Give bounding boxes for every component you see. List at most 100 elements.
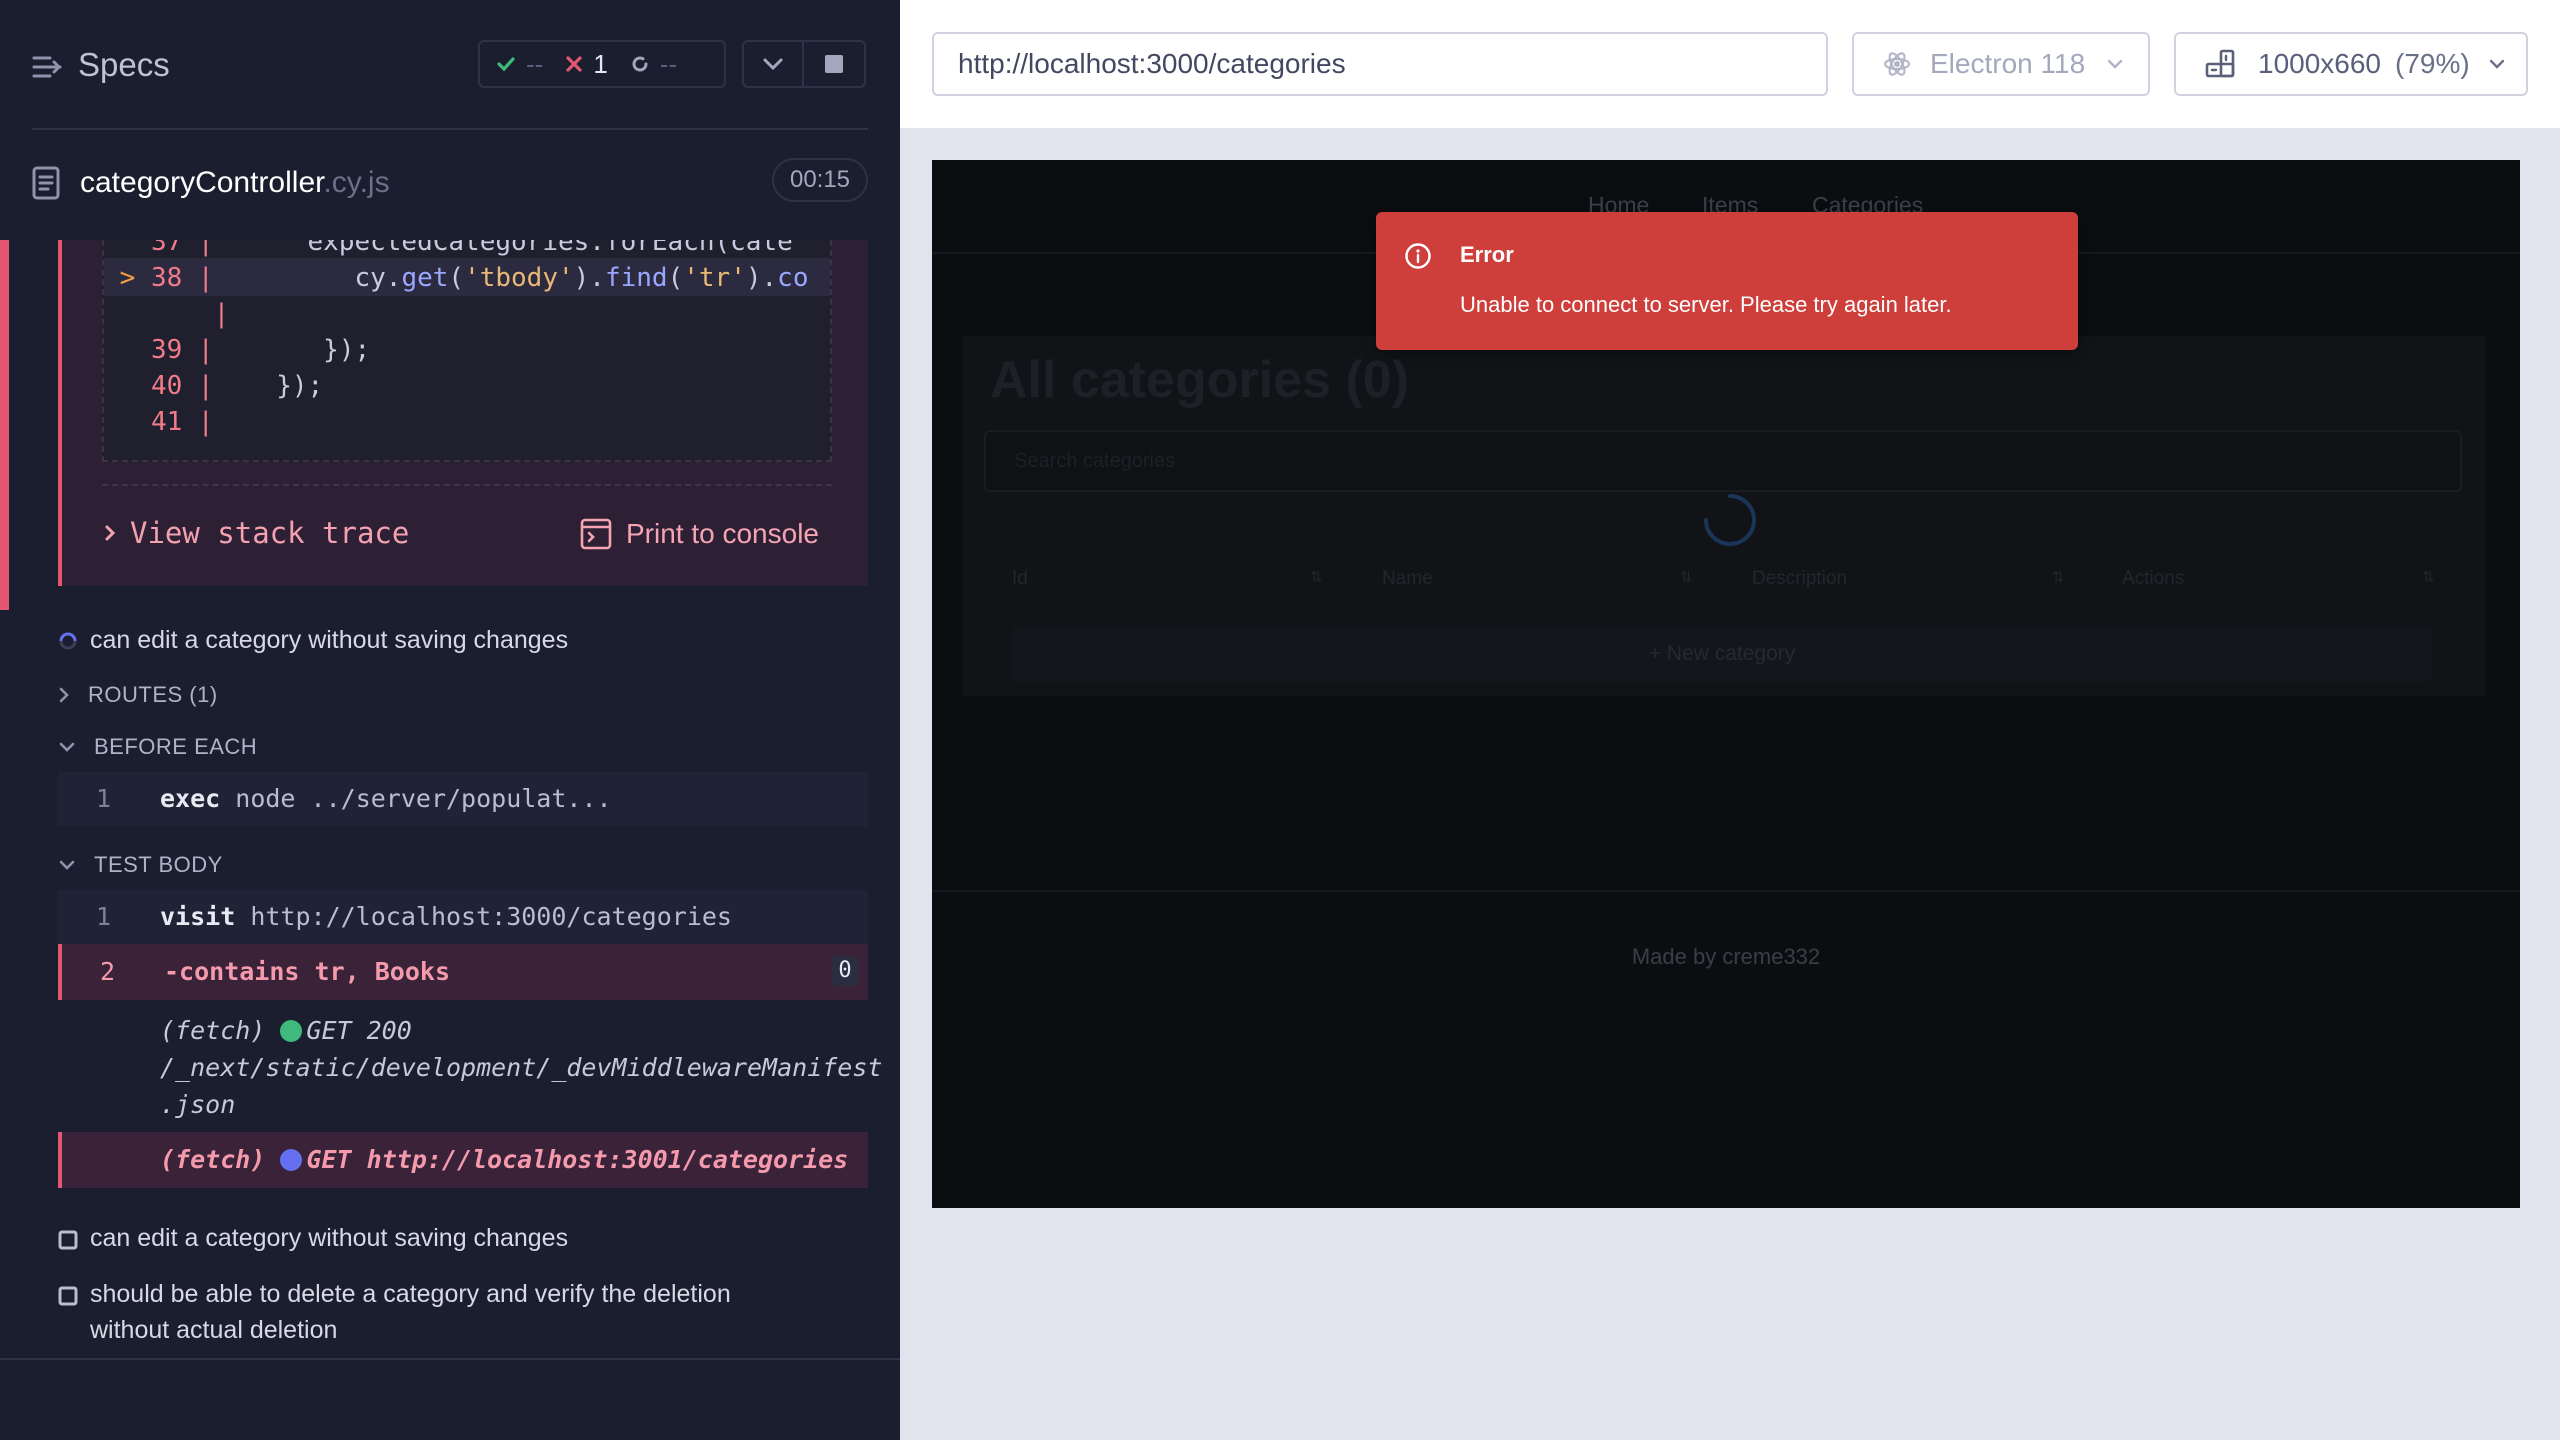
chevron-down-icon — [763, 58, 783, 71]
before-each-label: BEFORE EACH — [94, 734, 258, 759]
code-frame: 37 | expectedCategories.forEach(cate > 3… — [102, 240, 832, 462]
command-row-failed[interactable]: 2 -contains tr, Books 0 — [58, 944, 868, 1000]
toast-title: Error — [1460, 242, 1514, 267]
command-name: -contains tr, Books — [164, 957, 450, 986]
error-divider — [102, 484, 832, 486]
failed-test-indicator — [0, 240, 9, 610]
column-header-description[interactable]: Description — [1752, 568, 1847, 590]
chevron-down-icon — [2489, 59, 2505, 69]
chevron-right-icon — [105, 525, 116, 541]
print-to-console-label: Print to console — [626, 518, 819, 549]
routes-section[interactable]: ROUTES (1) — [58, 682, 218, 708]
code-line: 37 | expectedCategories.forEach(cate — [150, 240, 793, 257]
print-to-console-button[interactable]: Print to console — [580, 518, 819, 550]
command-row[interactable]: 1 visit http://localhost:3000/categories — [58, 890, 868, 944]
application-under-test: Home Items Categories All categories (0)… — [932, 160, 2520, 1208]
loading-spinner-icon — [1704, 494, 1756, 546]
spec-extension: .cy.js — [323, 166, 390, 199]
sort-icon[interactable]: ⇅ — [2422, 568, 2435, 586]
check-icon — [497, 57, 515, 72]
x-icon — [566, 56, 582, 72]
command-number: 2 — [100, 957, 116, 986]
pending-circle-icon — [632, 56, 648, 72]
passed-stat: -- — [496, 49, 543, 80]
terminal-icon — [580, 518, 612, 550]
specs-menu-icon[interactable] — [32, 52, 62, 82]
command-name: visit http://localhost:3000/categories — [160, 902, 732, 931]
before-each-section[interactable]: BEFORE EACH — [58, 734, 257, 760]
sort-icon[interactable]: ⇅ — [1310, 568, 1323, 586]
spec-base-name: categoryController — [80, 166, 324, 199]
electron-icon — [1884, 52, 1910, 76]
failed-count: 1 — [593, 48, 608, 79]
column-header-actions[interactable]: Actions — [2122, 568, 2184, 590]
error-panel: 37 | expectedCategories.forEach(cate > 3… — [58, 240, 868, 586]
test-stats: -- 1 -- — [478, 40, 726, 88]
new-category-button[interactable]: + New category — [1012, 626, 2432, 682]
current-test-title[interactable]: can edit a category without saving chang… — [90, 622, 568, 658]
routes-label: ROUTES (1) — [88, 682, 218, 707]
footer-divider — [0, 1358, 900, 1360]
spec-file-row: categoryController.cy.js 00:15 — [0, 154, 900, 214]
preview-toolbar: http://localhost:3000/categories Electro… — [900, 0, 2560, 128]
app-preview-area: http://localhost:3000/categories Electro… — [900, 0, 2560, 1440]
url-text: http://localhost:3000/categories — [958, 48, 1346, 79]
sort-icon[interactable]: ⇅ — [1680, 568, 1693, 586]
test-body-section[interactable]: TEST BODY — [58, 852, 223, 878]
command-name: exec node ../server/populat... — [160, 784, 612, 813]
chevron-right-icon — [59, 687, 69, 703]
pending-stat: -- — [630, 49, 677, 80]
error-toast[interactable]: Error Unable to connect to server. Pleas… — [1376, 212, 2078, 350]
column-header-name[interactable]: Name — [1382, 568, 1433, 590]
fetch-log-row-pending[interactable]: (fetch) GET http://localhost:3001/catego… — [58, 1132, 868, 1188]
checkbox-icon — [58, 1286, 78, 1306]
sort-icon[interactable]: ⇅ — [2052, 568, 2065, 586]
command-number: 1 — [96, 902, 112, 931]
command-row[interactable]: 1 exec node ../server/populat... — [58, 772, 868, 826]
fetch-url: /_next/static/development/_devMiddleware… — [160, 1053, 883, 1082]
checkbox-icon — [58, 1230, 78, 1250]
command-number: 1 — [96, 784, 112, 813]
chevron-down-icon — [59, 860, 75, 870]
test-title-line: without actual deletion — [90, 1316, 338, 1344]
search-input[interactable]: Search categories — [984, 430, 2462, 492]
spec-duration: 00:15 — [772, 158, 868, 202]
code-line: 39 | }); — [150, 335, 371, 365]
spec-file-name[interactable]: categoryController.cy.js — [80, 166, 390, 200]
browser-label: Electron 118 — [1930, 48, 2086, 79]
reporter-panel: Specs -- 1 -- categoryController.cy.js 0… — [0, 0, 900, 1440]
chevron-down-icon — [59, 742, 75, 752]
test-title-line: should be able to delete a category and … — [90, 1280, 731, 1308]
view-stack-trace-label: View stack trace — [130, 516, 410, 550]
view-stack-trace-toggle[interactable]: View stack trace — [104, 516, 409, 550]
passed-count: -- — [526, 48, 544, 79]
chevron-down-icon — [2107, 59, 2123, 69]
viewport-selector[interactable]: 1000x660 (79%) — [2174, 32, 2528, 96]
command-message: http://localhost:3000/categories — [250, 902, 732, 931]
search-placeholder: Search categories — [1014, 449, 1176, 472]
code-line: | — [197, 299, 230, 329]
zoom-level: (79%) — [2395, 48, 2470, 79]
column-header-id[interactable]: Id — [1012, 568, 1028, 590]
fetch-url: http://localhost:3001/categories — [366, 1145, 849, 1174]
command-message: node ../server/populat... — [235, 784, 612, 813]
code-line-error: > 38 | cy.get('tbody').find('tr').co — [104, 263, 809, 293]
document-icon — [32, 166, 60, 200]
browser-selector[interactable]: Electron 118 — [1852, 32, 2150, 96]
status-dot-icon — [280, 1149, 303, 1171]
specs-title[interactable]: Specs — [78, 46, 170, 84]
test-body-label: TEST BODY — [94, 852, 223, 877]
collapse-all-button[interactable] — [742, 40, 804, 88]
fetch-log-line: (fetch) GET 200 — [160, 1016, 412, 1045]
viewport-size: 1000x660 — [2258, 48, 2382, 79]
test-title[interactable]: should be able to delete a category and … — [90, 1276, 731, 1348]
stop-button[interactable] — [804, 40, 866, 88]
test-title[interactable]: can edit a category without saving chang… — [90, 1220, 568, 1256]
reporter-header: Specs -- 1 -- — [0, 0, 900, 128]
categories-heading: All categories (0) — [990, 351, 1410, 409]
fetch-log-row[interactable]: (fetch) GET 200 /_next/static/developmen… — [58, 1012, 883, 1123]
url-bar[interactable]: http://localhost:3000/categories — [932, 32, 1828, 96]
stop-icon — [825, 55, 843, 73]
pending-count: -- — [659, 48, 678, 79]
element-count-badge: 0 — [832, 956, 858, 986]
